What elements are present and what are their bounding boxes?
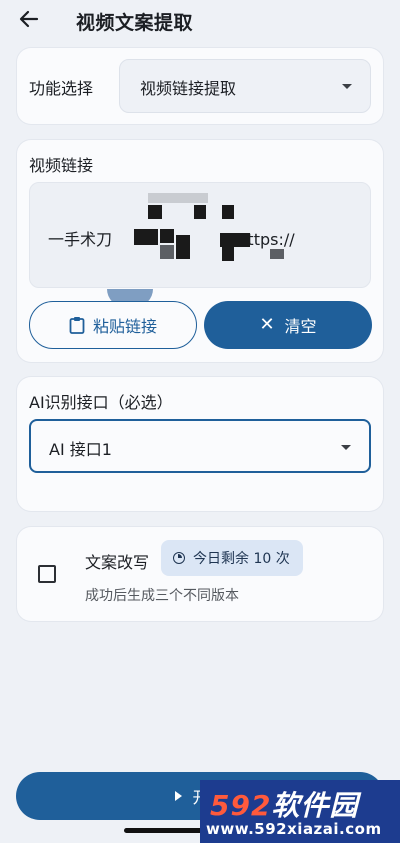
paste-link-label: 粘贴链接 — [92, 317, 157, 336]
rewrite-checkbox[interactable] — [38, 565, 56, 583]
dropdown-caret-icon — [342, 84, 352, 89]
remaining-count-badge: 今日剩余 10 次 — [161, 540, 303, 576]
clock-icon — [173, 552, 185, 564]
link-line-2: v.douyin — [48, 284, 115, 287]
paste-link-button[interactable]: 粘贴链接 — [29, 301, 197, 349]
redaction-block — [134, 229, 158, 245]
clear-button[interactable]: ✕ 清空 — [204, 301, 372, 349]
redaction-block — [176, 235, 190, 259]
redaction-block — [220, 233, 250, 247]
ai-interface-value: AI 接口1 — [49, 440, 112, 459]
function-select-dropdown[interactable]: 视频链接提取 — [119, 59, 371, 113]
play-icon — [175, 791, 183, 801]
link-line-2b: Q/ — [263, 284, 281, 287]
watermark-url: www.592xiazai.com — [206, 820, 382, 838]
function-select-card: 功能选择 视频链接提取 — [17, 48, 383, 124]
redaction-block — [222, 247, 234, 261]
watermark-brand: 592软件园 — [210, 789, 359, 822]
redaction-block — [194, 205, 206, 219]
clipboard-icon — [69, 317, 85, 334]
back-button[interactable] — [16, 6, 42, 32]
rewrite-card: 文案改写 今日剩余 10 次 成功后生成三个不同版本 — [17, 527, 383, 621]
redaction-block — [270, 249, 284, 259]
dropdown-caret-icon — [341, 445, 351, 450]
rewrite-title: 文案改写 — [85, 553, 150, 572]
app-bar: 视频文案提取 — [0, 0, 400, 40]
function-select-label: 功能选择 — [29, 79, 94, 98]
ai-interface-card: AI识别接口（必选） AI 接口1 — [17, 377, 383, 511]
video-link-card: 视频链接 一手术刀.. https:// v.douyinQ/ K@j.Cu 粘… — [17, 140, 383, 362]
redaction-block — [160, 229, 174, 243]
arrow-left-icon — [19, 10, 39, 28]
close-icon: ✕ — [259, 314, 275, 335]
link-line-1: 一手术刀 — [48, 230, 113, 249]
video-link-input[interactable]: 一手术刀.. https:// v.douyinQ/ K@j.Cu — [29, 182, 371, 288]
page-title: 视频文案提取 — [76, 12, 194, 34]
clear-label: 清空 — [284, 317, 317, 336]
video-link-label: 视频链接 — [29, 156, 94, 175]
ai-interface-dropdown[interactable]: AI 接口1 — [29, 419, 371, 473]
function-select-value: 视频链接提取 — [140, 79, 237, 98]
redaction-block — [160, 245, 174, 259]
redaction-block — [222, 205, 234, 219]
remaining-count-text: 今日剩余 10 次 — [193, 551, 290, 567]
ai-interface-label: AI识别接口（必选） — [29, 393, 173, 412]
redaction-block — [148, 193, 208, 203]
redaction-block — [148, 205, 162, 219]
watermark-logo: 592软件园 www.592xiazai.com — [200, 780, 400, 843]
rewrite-description: 成功后生成三个不同版本 — [85, 588, 239, 604]
